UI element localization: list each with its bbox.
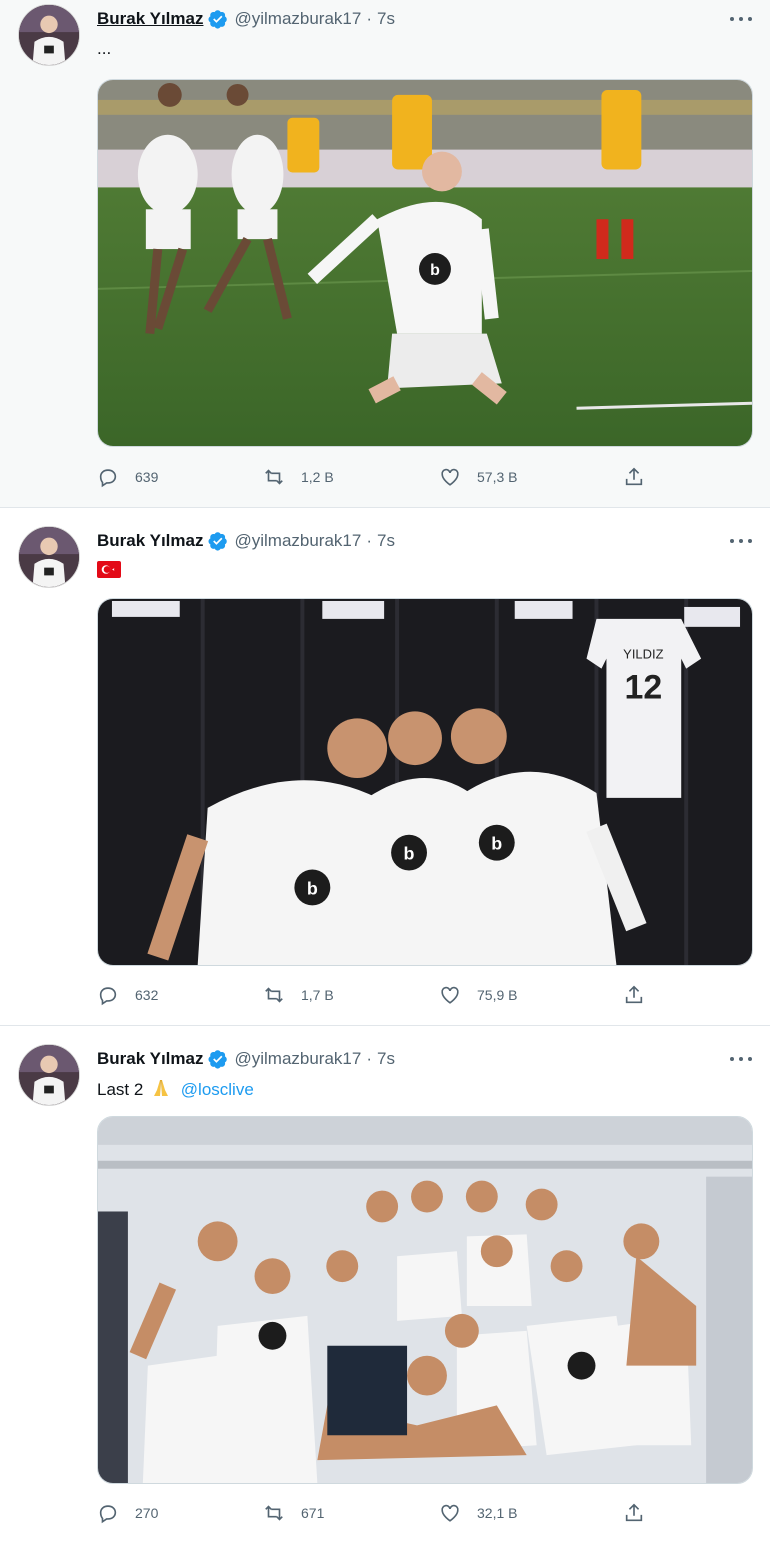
retweet-button[interactable]: 1,7 B <box>263 984 334 1006</box>
svg-text:b: b <box>404 844 415 864</box>
retweet-count: 1,2 B <box>301 469 334 485</box>
tweet-text: Last 2 @losclive <box>97 1078 254 1101</box>
reply-count: 639 <box>135 469 159 485</box>
author-name[interactable]: Burak Yılmaz <box>97 8 203 30</box>
jersey-number: 12 <box>624 668 662 706</box>
mention-link[interactable]: @losclive <box>181 1080 254 1099</box>
svg-text:b: b <box>491 834 502 854</box>
tweet-actions: 270 671 32,1 B <box>97 1502 657 1526</box>
heart-icon <box>441 986 459 1004</box>
avatar[interactable] <box>18 4 80 66</box>
share-icon <box>625 985 643 1004</box>
author-handle[interactable]: @yilmazburak17 <box>234 1048 361 1070</box>
tweet-text: ... <box>97 39 112 58</box>
tweet-actions: 639 1,2 B 57,3 B <box>97 466 657 490</box>
jersey-name: YILDIZ <box>623 647 663 662</box>
more-options-icon[interactable] <box>730 1050 752 1068</box>
tweet-header: Burak Yılmaz @yilmazburak17 · 7s <box>97 1048 395 1070</box>
turkey-flag-icon <box>97 561 121 578</box>
avatar[interactable] <box>18 1044 80 1106</box>
reply-button[interactable]: 632 <box>97 984 158 1006</box>
tweet-header: Burak Yılmaz @yilmazburak17 · 7s <box>97 8 395 30</box>
locker-room-photo: YILDIZ 12 b b b <box>98 599 752 965</box>
avatar-photo <box>19 5 79 65</box>
like-count: 75,9 B <box>477 987 518 1003</box>
like-count: 32,1 B <box>477 1505 518 1521</box>
author-name[interactable]: Burak Yılmaz <box>97 530 203 552</box>
heart-icon <box>441 468 459 486</box>
retweet-button[interactable]: 671 <box>263 1502 324 1524</box>
timestamp[interactable]: 7s <box>377 530 395 552</box>
avatar-photo <box>19 1045 79 1105</box>
reply-button[interactable]: 270 <box>97 1502 158 1524</box>
like-button[interactable]: 32,1 B <box>439 1502 517 1524</box>
reply-count: 270 <box>135 1505 159 1521</box>
separator-dot: · <box>366 9 373 28</box>
share-button[interactable] <box>623 1502 645 1524</box>
tweet-photo[interactable]: YILDIZ 12 b b b <box>97 598 753 966</box>
verified-badge-icon <box>208 532 228 551</box>
more-options-icon[interactable] <box>730 532 752 550</box>
tweet-actions: 632 1,7 B 75,9 B <box>97 984 657 1008</box>
svg-text:b: b <box>307 878 318 898</box>
reply-count: 632 <box>135 987 159 1003</box>
author-handle[interactable]: @yilmazburak17 <box>234 8 361 30</box>
retweet-count: 671 <box>301 1505 325 1521</box>
heart-icon <box>441 1504 459 1522</box>
reply-icon <box>99 1505 117 1524</box>
retweet-count: 1,7 B <box>301 987 334 1003</box>
tweet-3[interactable]: Burak Yılmaz @yilmazburak17 · 7s Last 2 … <box>0 1040 770 1541</box>
svg-text:b: b <box>430 262 440 279</box>
share-icon <box>625 467 643 486</box>
reply-icon <box>99 469 117 488</box>
reply-icon <box>99 987 117 1006</box>
retweet-icon <box>265 987 283 1003</box>
timestamp[interactable]: 7s <box>377 8 395 30</box>
tweet-2[interactable]: Burak Yılmaz @yilmazburak17 · 7s YILDIZ … <box>0 522 770 1025</box>
like-button[interactable]: 75,9 B <box>439 984 517 1006</box>
share-icon <box>625 1503 643 1522</box>
verified-badge-icon <box>208 1050 228 1069</box>
more-options-icon[interactable] <box>730 10 752 28</box>
goal-celebration-photo: b <box>98 80 752 446</box>
author-handle[interactable]: @yilmazburak17 <box>234 530 361 552</box>
divider <box>0 1025 770 1026</box>
retweet-button[interactable]: 1,2 B <box>263 466 334 488</box>
folded-hands-icon <box>154 1080 169 1096</box>
avatar[interactable] <box>18 526 80 588</box>
tweet-header: Burak Yılmaz @yilmazburak17 · 7s <box>97 530 395 552</box>
tweet-text <box>97 560 121 582</box>
timestamp[interactable]: 7s <box>377 1048 395 1070</box>
verified-badge-icon <box>208 10 228 29</box>
divider <box>0 507 770 508</box>
tweet-photo[interactable] <box>97 1116 753 1484</box>
tweet-text-body: Last 2 <box>97 1080 144 1099</box>
separator-dot: · <box>366 531 373 550</box>
tweet-photo[interactable]: b <box>97 79 753 447</box>
tweet-1[interactable]: Burak Yılmaz @yilmazburak17 · 7s ... b 6… <box>0 0 770 507</box>
separator-dot: · <box>366 1049 373 1068</box>
share-button[interactable] <box>623 466 645 488</box>
like-count: 57,3 B <box>477 469 518 485</box>
team-celebration-photo <box>98 1117 752 1483</box>
retweet-icon <box>265 469 283 485</box>
retweet-icon <box>265 1505 283 1521</box>
share-button[interactable] <box>623 984 645 1006</box>
like-button[interactable]: 57,3 B <box>439 466 517 488</box>
avatar-photo <box>19 527 79 587</box>
author-name[interactable]: Burak Yılmaz <box>97 1048 203 1070</box>
reply-button[interactable]: 639 <box>97 466 158 488</box>
